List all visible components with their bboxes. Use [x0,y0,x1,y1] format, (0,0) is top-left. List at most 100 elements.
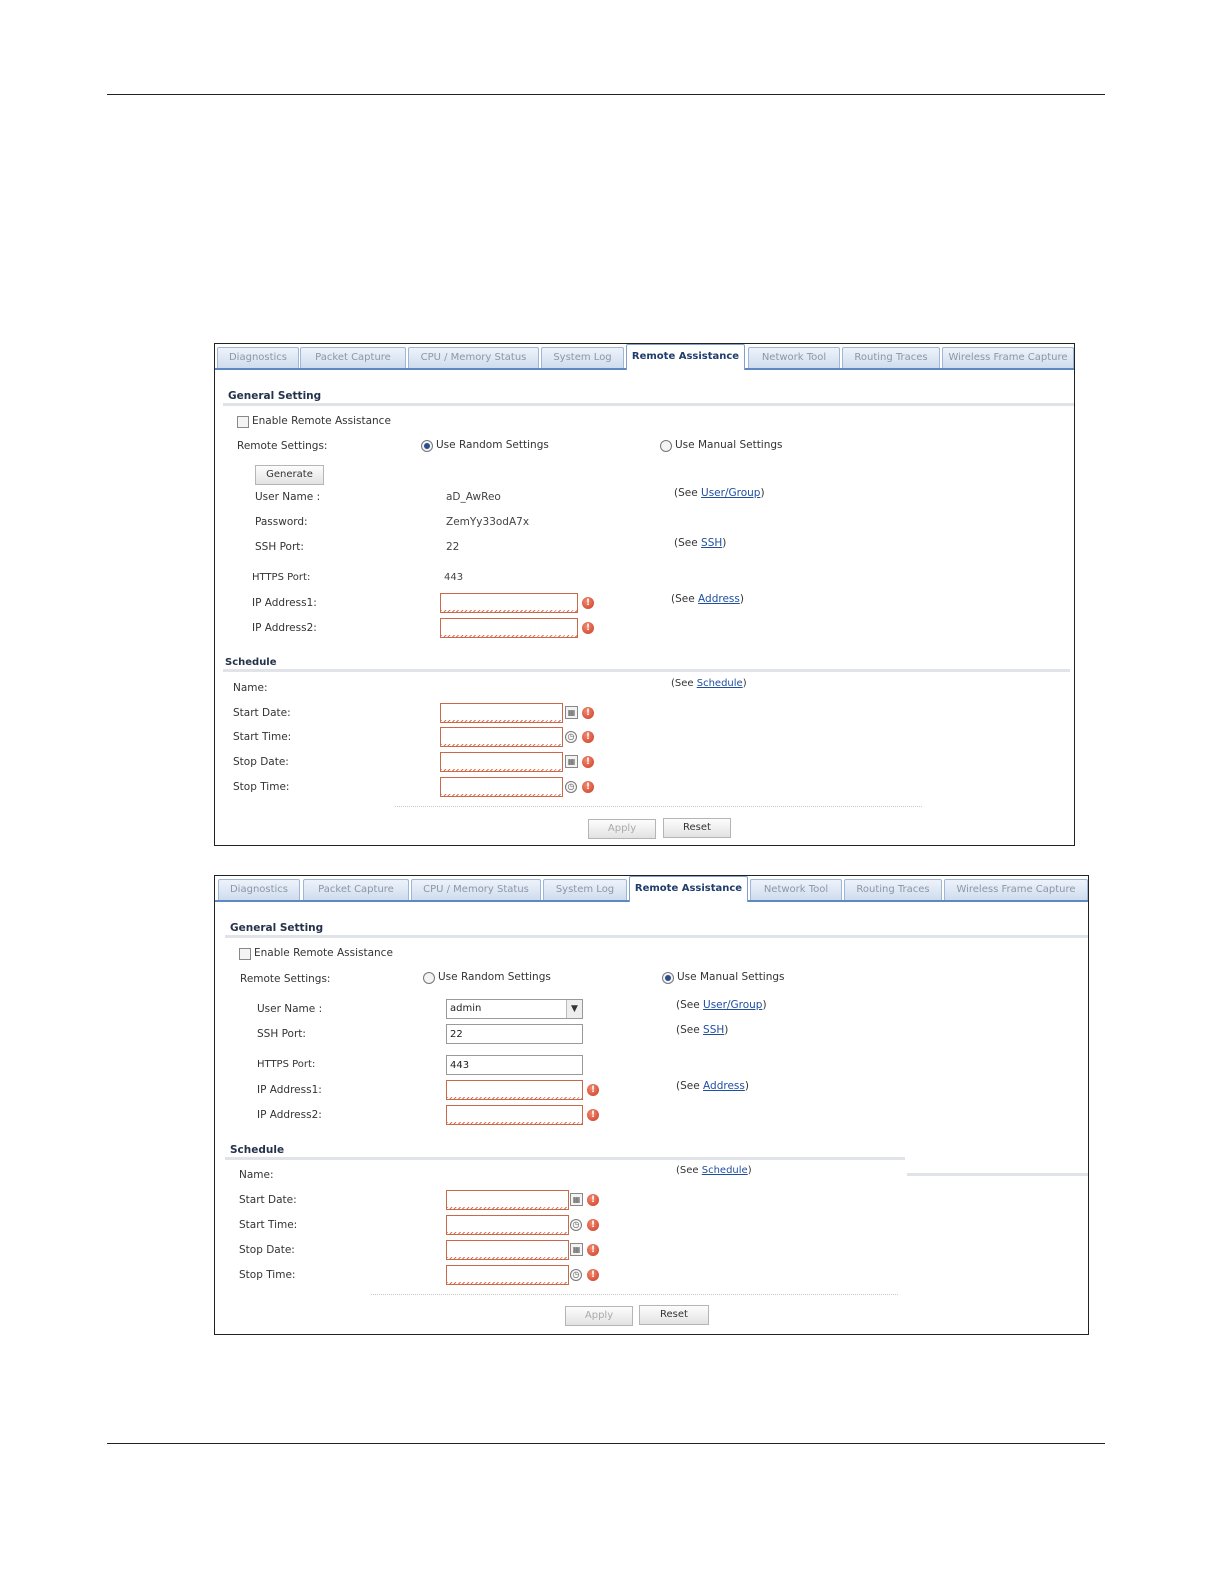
stop-time-error-icon: ! [582,781,594,793]
start-date-label: Start Date: [239,1194,297,1206]
user-name-label: User Name : [255,491,321,503]
enable-remote-assistance-label: Enable Remote Assistance [254,947,393,959]
tab-remote-assistance[interactable]: Remote Assistance [626,344,745,370]
use-manual-settings-radio[interactable] [662,972,674,984]
ip-address1-input[interactable] [446,1080,583,1100]
tab-routing-traces[interactable]: Routing Traces [844,879,942,900]
generate-button[interactable]: Generate [255,465,324,485]
apply-button[interactable]: Apply [588,819,656,839]
remote-settings-label: Remote Settings: [240,973,331,985]
general-setting-heading: General Setting [230,922,324,934]
start-time-label: Start Time: [239,1219,298,1231]
tab-bar: Diagnostics Packet Capture CPU / Memory … [215,344,1074,370]
use-random-settings-radio[interactable] [423,972,435,984]
calendar-icon[interactable]: ▦ [565,706,578,719]
user-group-link[interactable]: User/Group [701,487,760,499]
calendar-icon[interactable]: ▦ [570,1243,583,1256]
start-time-error-icon: ! [587,1219,599,1231]
password-value: ZemYy33odA7x [446,516,530,528]
clock-icon[interactable]: ◷ [565,781,577,793]
start-date-error-icon: ! [582,707,594,719]
tab-packet-capture[interactable]: Packet Capture [303,879,409,900]
use-random-settings-label: Use Random Settings [436,439,549,451]
stop-time-input[interactable] [440,777,563,797]
remote-assistance-panel-random: Diagnostics Packet Capture CPU / Memory … [214,343,1075,846]
see-user-group-note: (See User/Group) [676,999,767,1011]
ip-address2-input[interactable] [446,1105,583,1125]
clock-icon[interactable]: ◷ [570,1269,582,1281]
see-ssh-note: (See SSH) [676,1024,729,1036]
schedule-link[interactable]: Schedule [697,678,743,689]
start-date-input[interactable] [446,1190,569,1210]
ssh-port-value: 22 [446,541,460,553]
stop-time-error-icon: ! [587,1269,599,1281]
clock-icon[interactable]: ◷ [570,1219,582,1231]
section-divider [225,1157,905,1160]
apply-button[interactable]: Apply [565,1306,633,1326]
user-group-link[interactable]: User/Group [703,999,762,1011]
start-time-input[interactable] [440,727,563,747]
tab-system-log[interactable]: System Log [543,879,627,900]
chevron-down-icon[interactable]: ▼ [566,1000,582,1018]
tab-packet-capture[interactable]: Packet Capture [300,347,406,368]
tab-diagnostics[interactable]: Diagnostics [217,347,299,368]
section-divider [225,935,1088,938]
tab-diagnostics[interactable]: Diagnostics [218,879,300,900]
https-port-label: HTTPS Port: [257,1059,316,1070]
calendar-icon[interactable]: ▦ [570,1193,583,1206]
use-random-settings-radio[interactable] [421,440,433,452]
enable-remote-assistance-checkbox[interactable] [237,416,249,428]
https-port-label: HTTPS Port: [252,572,311,583]
stop-time-label: Stop Time: [239,1269,296,1281]
dotted-separator [395,806,922,807]
schedule-link[interactable]: Schedule [702,1165,748,1176]
section-divider [223,403,1074,406]
user-name-value: aD_AwReo [446,491,501,503]
use-manual-settings-radio[interactable] [660,440,672,452]
ip-address2-error-icon: ! [587,1109,599,1121]
dotted-separator [371,1294,898,1295]
ssh-link[interactable]: SSH [701,537,722,549]
ssh-link[interactable]: SSH [703,1024,724,1036]
start-date-error-icon: ! [587,1194,599,1206]
https-port-value: 443 [444,572,464,583]
start-date-input[interactable] [440,703,563,723]
tab-routing-traces[interactable]: Routing Traces [842,347,940,368]
tab-cpu-memory-status[interactable]: CPU / Memory Status [411,879,541,900]
tab-network-tool[interactable]: Network Tool [750,879,842,900]
user-name-select[interactable]: admin ▼ [446,999,583,1019]
schedule-name-label: Name: [233,682,268,694]
ip-address2-label: IP Address2: [252,622,317,634]
address-link[interactable]: Address [698,593,740,605]
see-user-group-note: (See User/Group) [674,487,765,499]
see-address-note: (See Address) [671,593,744,605]
see-schedule-note: (See Schedule) [671,678,747,689]
ssh-port-input[interactable] [446,1024,583,1044]
ip-address1-error-icon: ! [582,597,594,609]
user-name-selected-value: admin [450,1003,482,1014]
stop-date-label: Stop Date: [239,1244,295,1256]
tab-remote-assistance[interactable]: Remote Assistance [629,876,748,902]
calendar-icon[interactable]: ▦ [565,755,578,768]
https-port-input[interactable] [446,1055,583,1075]
tab-cpu-memory-status[interactable]: CPU / Memory Status [408,347,539,368]
enable-remote-assistance-checkbox[interactable] [239,948,251,960]
tab-wireless-frame-capture[interactable]: Wireless Frame Capture [942,347,1074,368]
stop-time-input[interactable] [446,1265,569,1285]
tab-network-tool[interactable]: Network Tool [748,347,840,368]
ip-address1-input[interactable] [440,593,578,613]
clock-icon[interactable]: ◷ [565,731,577,743]
reset-button[interactable]: Reset [663,818,731,838]
ip-address2-input[interactable] [440,618,578,638]
stop-date-error-icon: ! [582,756,594,768]
schedule-name-label: Name: [239,1169,274,1181]
see-ssh-note: (See SSH) [674,537,727,549]
use-manual-settings-label: Use Manual Settings [675,439,783,451]
stop-date-input[interactable] [446,1240,569,1260]
reset-button[interactable]: Reset [639,1305,709,1325]
tab-system-log[interactable]: System Log [541,347,624,368]
address-link[interactable]: Address [703,1080,745,1092]
start-time-input[interactable] [446,1215,569,1235]
tab-wireless-frame-capture[interactable]: Wireless Frame Capture [944,879,1088,900]
stop-date-input[interactable] [440,752,563,772]
